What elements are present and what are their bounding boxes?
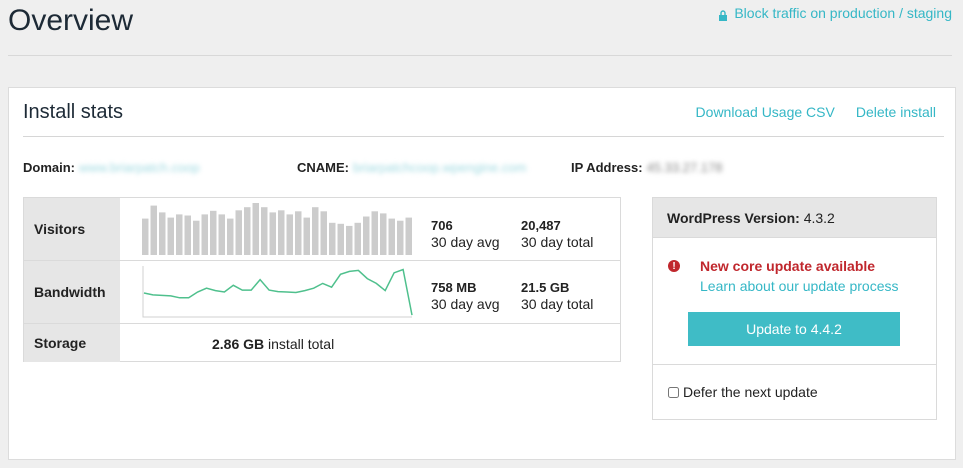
visitors-bar [269, 212, 276, 255]
bandwidth-line [143, 268, 413, 316]
storage-value: 2.86 GB [212, 336, 265, 352]
bandwidth-avg-value: 758 MB [431, 280, 477, 295]
bandwidth-row: Bandwidth 758 MB 30 day avg 21.5 GB 30 d… [24, 261, 620, 324]
install-stats-card: Install stats Download Usage CSV Delete … [8, 87, 956, 460]
visitors-bar [235, 210, 242, 255]
card-actions: Download Usage CSV Delete install [696, 104, 936, 120]
visitors-bar [312, 207, 319, 255]
domain-value[interactable]: www.briarpatch.coop [79, 160, 200, 175]
wp-divider [653, 364, 936, 365]
visitors-bar [303, 217, 310, 255]
visitors-bar [286, 214, 293, 255]
bandwidth-avg: 758 MB 30 day avg [431, 279, 500, 313]
wp-version-value: 4.3.2 [803, 210, 835, 226]
alert-icon: ! [668, 260, 680, 272]
block-traffic-label: Block traffic on production / staging [734, 5, 952, 21]
visitors-total: 20,487 30 day total [521, 217, 593, 251]
wp-version-label: WordPress Version: [667, 210, 800, 226]
visitors-bar [210, 210, 217, 255]
update-alert-title: New core update available [700, 258, 876, 274]
visitors-label: Visitors [24, 198, 120, 260]
visitors-bar [218, 214, 225, 255]
visitors-bar [244, 207, 251, 255]
stats-table: Visitors 706 30 day avg 20,487 30 day to… [23, 197, 621, 362]
visitors-bar [252, 203, 259, 255]
visitors-bar [261, 207, 268, 255]
visitors-row: Visitors 706 30 day avg 20,487 30 day to… [24, 198, 620, 261]
card-divider [23, 136, 944, 137]
update-button[interactable]: Update to 4.4.2 [688, 312, 900, 346]
visitors-bar [371, 211, 378, 255]
update-process-link[interactable]: Learn about our update process [700, 278, 898, 294]
visitors-total-label: 30 day total [521, 234, 594, 250]
wordpress-version: WordPress Version: 4.3.2 [653, 198, 936, 238]
bandwidth-chart [142, 266, 413, 318]
visitors-bar [201, 214, 208, 255]
cname-field: CNAME: briarpatchcoop.wpengine.com [297, 160, 526, 175]
domain-field: Domain: www.briarpatch.coop [23, 160, 200, 175]
visitors-bar [320, 211, 327, 255]
visitors-bar [159, 212, 166, 255]
storage-row: Storage 2.86 GB install total [24, 324, 620, 362]
bandwidth-total: 21.5 GB 30 day total [521, 279, 593, 313]
visitors-bar [388, 218, 395, 255]
storage-stat: 2.86 GB install total [212, 336, 334, 353]
bandwidth-total-value: 21.5 GB [521, 280, 570, 295]
cname-label: CNAME: [297, 160, 349, 175]
ip-label: IP Address: [571, 160, 643, 175]
visitors-avg-label: 30 day avg [431, 234, 500, 250]
visitors-chart [142, 203, 412, 255]
visitors-bar [150, 205, 157, 255]
delete-install-link[interactable]: Delete install [856, 104, 936, 120]
defer-update-checkbox[interactable] [668, 386, 679, 398]
visitors-bar [193, 220, 200, 255]
visitors-bar [346, 225, 353, 255]
bandwidth-avg-label: 30 day avg [431, 296, 500, 312]
block-traffic-link[interactable]: Block traffic on production / staging [718, 5, 952, 21]
visitors-bar [142, 218, 149, 255]
visitors-bar [176, 214, 183, 255]
visitors-bar [380, 213, 387, 255]
cname-value[interactable]: briarpatchcoop.wpengine.com [353, 160, 526, 175]
visitors-bar [397, 220, 404, 255]
lock-icon [718, 8, 728, 21]
page-title: Overview [8, 4, 134, 37]
visitors-bar [278, 210, 285, 255]
defer-update-label: Defer the next update [683, 384, 818, 400]
visitors-avg-value: 706 [431, 218, 453, 233]
visitors-bar [227, 218, 234, 255]
ip-value: 45.33.27.178 [646, 160, 723, 175]
visitors-bar [337, 223, 344, 255]
visitors-bar [363, 216, 370, 255]
card-title: Install stats [23, 101, 124, 123]
top-divider [8, 55, 952, 56]
download-csv-link[interactable]: Download Usage CSV [696, 104, 835, 120]
visitors-bar [167, 217, 174, 255]
visitors-bar [405, 217, 412, 255]
storage-suffix: install total [268, 336, 335, 352]
visitors-total-value: 20,487 [521, 218, 561, 233]
domain-label: Domain: [23, 160, 75, 175]
visitors-bar [354, 222, 361, 255]
visitors-bar [295, 211, 302, 255]
visitors-avg: 706 30 day avg [431, 217, 500, 251]
bandwidth-total-label: 30 day total [521, 296, 594, 312]
visitors-bar [184, 215, 191, 255]
wordpress-panel: WordPress Version: 4.3.2 ! New core upda… [652, 197, 937, 420]
visitors-bar [329, 222, 336, 255]
bandwidth-label: Bandwidth [24, 261, 120, 323]
storage-label: Storage [24, 324, 120, 362]
ip-field: IP Address: 45.33.27.178 [571, 160, 722, 175]
defer-update-option[interactable]: Defer the next update [668, 384, 818, 400]
